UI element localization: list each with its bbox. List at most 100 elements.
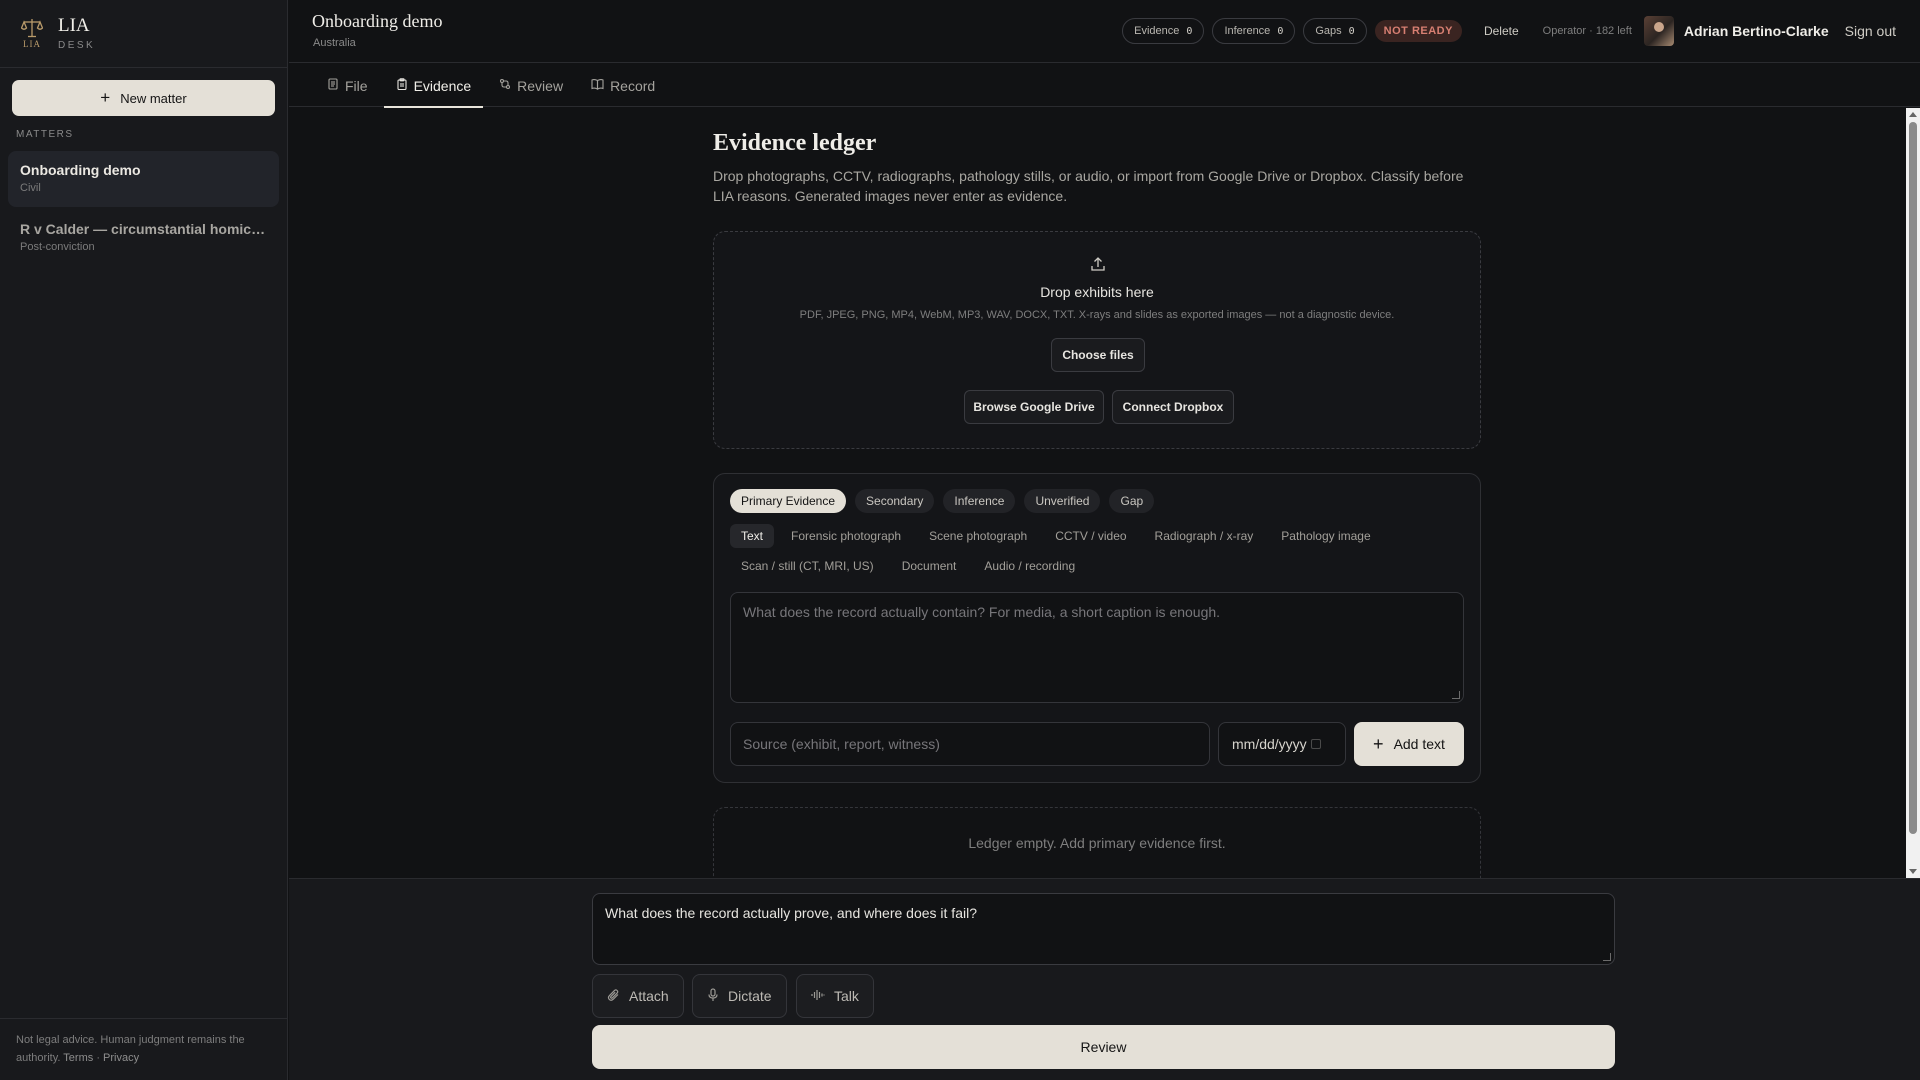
type-chip-pathology-image[interactable]: Pathology image (1270, 524, 1381, 548)
classification-chips: Primary Evidence Secondary Inference Unv… (730, 489, 1163, 513)
page-title: Onboarding demo (312, 11, 443, 31)
brand: LIA LIA DESK (0, 0, 287, 68)
tab-review[interactable]: Review (487, 64, 575, 107)
date-input[interactable]: mm/dd/yyyy (1218, 722, 1346, 766)
type-chip-audio-recording[interactable]: Audio / recording (973, 554, 1086, 578)
privacy-link[interactable]: Privacy (103, 1052, 139, 1064)
clipboard-icon (396, 78, 408, 93)
pill-count: 0 (1186, 25, 1193, 37)
sidebar: LIA LIA DESK + New matter MATTERS Onboar… (0, 0, 288, 1080)
book-icon (591, 78, 604, 93)
matter-item-onboarding-demo[interactable]: Onboarding demo Civil (8, 151, 279, 207)
delete-button[interactable]: Delete (1484, 24, 1519, 38)
terms-link[interactable]: Terms (63, 1052, 93, 1064)
matter-title: Onboarding demo (20, 162, 141, 178)
class-chip-primary-evidence[interactable]: Primary Evidence (730, 489, 847, 513)
google-drive-button[interactable]: Browse Google Drive (964, 390, 1104, 424)
exhibit-dropzone[interactable]: Drop exhibits here PDF, JPEG, PNG, MP4, … (713, 231, 1481, 449)
avatar[interactable] (1643, 16, 1674, 46)
empty-state-text: Ledger empty. Add primary evidence first… (968, 835, 1226, 851)
tab-bar: File Evidence Review Record (289, 64, 1920, 108)
microphone-icon (707, 987, 719, 1005)
review-button[interactable]: Review (592, 1025, 1615, 1069)
pill-label: Gaps (1315, 25, 1342, 37)
operator-quota: Operator · 182 left (1542, 25, 1632, 37)
top-header: Onboarding demo Australia Evidence 0 Inf… (289, 0, 1920, 63)
dictate-label: Dictate (728, 988, 772, 1004)
type-chip-forensic-photograph[interactable]: Forensic photograph (780, 524, 912, 548)
class-chip-gap[interactable]: Gap (1109, 489, 1155, 513)
date-placeholder: mm/dd/yyyy (1232, 736, 1307, 752)
add-text-button[interactable]: + Add text (1354, 722, 1464, 766)
sign-out-button[interactable]: Sign out (1845, 23, 1896, 39)
textarea-placeholder: What does the record actually contain? F… (743, 604, 1221, 620)
tab-label: Review (517, 77, 564, 94)
brand-name: LIA (58, 15, 90, 36)
type-chip-text[interactable]: Text (730, 524, 775, 548)
review-icon (499, 78, 511, 93)
type-chip-scene-photograph[interactable]: Scene photograph (918, 524, 1038, 548)
tab-label: Record (610, 77, 656, 94)
resize-handle-icon[interactable] (1603, 953, 1611, 961)
audio-waveform-icon (811, 989, 825, 1004)
source-input[interactable]: Source (exhibit, report, witness) (730, 722, 1210, 766)
user-name: Adrian Bertino-Clarke (1683, 23, 1829, 39)
file-icon (327, 78, 339, 93)
paperclip-icon (607, 988, 620, 1005)
add-text-label: Add text (1393, 736, 1445, 752)
calendar-icon[interactable] (1310, 739, 1321, 749)
dropzone-title: Drop exhibits here (1040, 284, 1154, 300)
type-chip-scan-still[interactable]: Scan / still (CT, MRI, US) (730, 554, 885, 578)
media-type-chips: Text Forensic photograph Scene photograp… (730, 524, 1460, 584)
sidebar-footer: Not legal advice. Human judgment remains… (0, 1018, 288, 1080)
plus-icon: + (1373, 733, 1384, 754)
class-chip-unverified[interactable]: Unverified (1024, 489, 1101, 513)
type-chip-cctv-video[interactable]: CCTV / video (1044, 524, 1137, 548)
scroll-up-arrow-icon[interactable] (1909, 112, 1917, 117)
type-chip-document[interactable]: Document (891, 554, 968, 578)
footer-separator: · (96, 1052, 100, 1064)
tab-label: Evidence (413, 77, 472, 94)
new-matter-button[interactable]: + New matter (12, 80, 275, 116)
type-chip-radiograph[interactable]: Radiograph / x-ray (1144, 524, 1265, 548)
class-chip-secondary[interactable]: Secondary (855, 489, 935, 513)
tab-file[interactable]: File (315, 64, 380, 107)
scales-logo-icon: LIA (20, 17, 44, 51)
ledger-title: Evidence ledger (713, 130, 877, 156)
pill-count: 0 (1277, 25, 1284, 37)
talk-button[interactable]: Talk (796, 974, 874, 1018)
scroll-down-arrow-icon[interactable] (1909, 869, 1917, 874)
tab-evidence[interactable]: Evidence (383, 64, 484, 108)
ledger-empty-state: Ledger empty. Add primary evidence first… (713, 807, 1481, 878)
review-prompt-textarea[interactable]: What does the record actually prove, and… (592, 893, 1615, 965)
evidence-content-textarea[interactable]: What does the record actually contain? F… (730, 592, 1464, 703)
scrollbar-thumb[interactable] (1909, 122, 1917, 834)
tab-record[interactable]: Record (579, 64, 667, 107)
resize-handle-icon[interactable] (1452, 691, 1460, 699)
class-chip-inference[interactable]: Inference (943, 489, 1016, 513)
ledger-description: Drop photographs, CCTV, radiographs, pat… (713, 168, 1464, 204)
attach-button[interactable]: Attach (592, 974, 684, 1018)
choose-files-button[interactable]: Choose files (1051, 338, 1145, 372)
tab-label: File (345, 77, 368, 94)
attach-label: Attach (629, 988, 669, 1004)
dictate-button[interactable]: Dictate (692, 974, 787, 1018)
dropzone-formats: PDF, JPEG, PNG, MP4, WebM, MP3, WAV, DOC… (799, 309, 1395, 321)
review-composer: What does the record actually prove, and… (289, 878, 1920, 1080)
inference-count-pill: Inference 0 (1212, 18, 1296, 44)
main-scrollbar[interactable] (1906, 108, 1920, 878)
matter-item-r-v-calder[interactable]: R v Calder — circumstantial homicide Pos… (8, 210, 279, 266)
status-badge: NOT READY (1374, 20, 1462, 42)
dropbox-button[interactable]: Connect Dropbox (1112, 390, 1234, 424)
talk-label: Talk (834, 988, 859, 1004)
prompt-value: What does the record actually prove, and… (605, 905, 977, 921)
page-subtitle: Australia (313, 37, 356, 49)
source-placeholder: Source (exhibit, report, witness) (743, 736, 940, 752)
new-matter-label: New matter (120, 90, 187, 106)
pill-count: 0 (1348, 25, 1355, 37)
matter-tag: Post-conviction (20, 241, 95, 253)
pill-label: Evidence (1134, 25, 1180, 37)
pill-label: Inference (1224, 25, 1271, 37)
upload-icon (1091, 257, 1105, 271)
plus-icon: + (100, 88, 111, 107)
